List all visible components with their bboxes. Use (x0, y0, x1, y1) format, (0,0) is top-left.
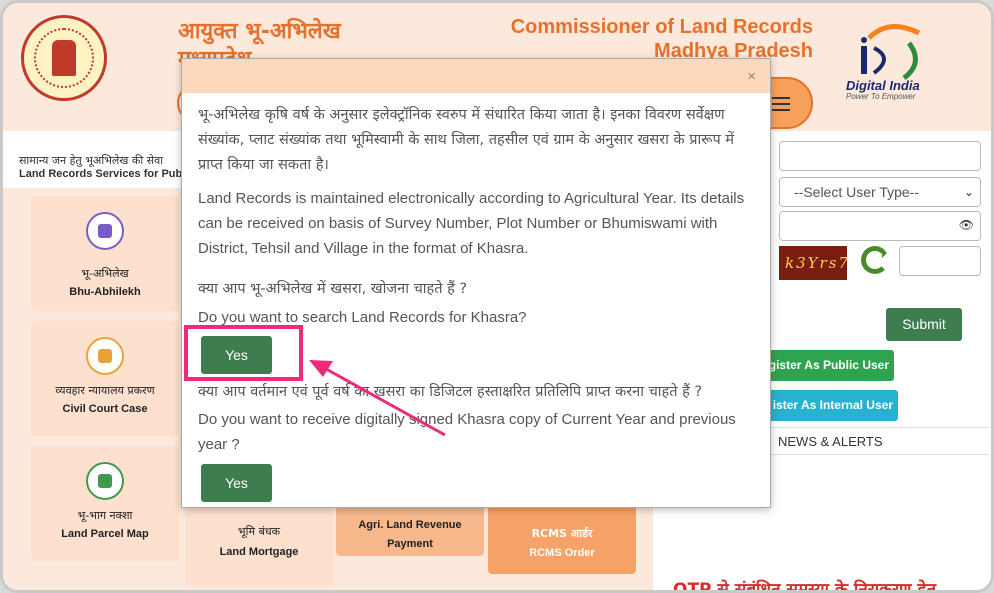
tile-label-hindi: भू-भाग नक्शा (77, 509, 133, 522)
service-tile-land-mortgage[interactable]: भूमि बंधक Land Mortgage (185, 506, 333, 586)
user-type-selected-value: --Select User Type-- (794, 184, 919, 200)
site-title-english: Commissioner of Land Records (510, 16, 813, 38)
close-icon[interactable]: × (747, 68, 756, 85)
tile-label-english: Civil Court Case (62, 403, 148, 415)
username-input[interactable] (779, 141, 981, 171)
tile-label-english-line2: Payment (387, 538, 433, 550)
map-icon (86, 462, 124, 500)
pointer-arrow-icon (309, 360, 446, 437)
khasra-info-modal: × भू-अभिलेख कृषि वर्ष के अनुसार इलेक्ट्र… (181, 58, 771, 508)
tile-label-english: Agri. Land Revenue (358, 519, 462, 531)
digital-india-tagline: Power To Empower (846, 92, 916, 101)
building-icon (86, 337, 124, 375)
tile-label-english: RCMS Order (529, 547, 595, 559)
password-input[interactable]: 👁 (779, 211, 981, 241)
register-internal-user-button[interactable]: ister As Internal User (763, 390, 898, 421)
highlight-box (184, 325, 303, 381)
modal-header: × (182, 59, 770, 93)
services-heading-hindi: सामान्य जन हेतु भूअभिलेख की सेवा (19, 154, 164, 167)
submit-button[interactable]: Submit (886, 308, 962, 341)
site-title-hindi: आयुक्त भू-अभिलेख (178, 19, 341, 44)
user-type-select[interactable]: --Select User Type-- ⌄ (779, 177, 981, 207)
mp-government-logo (21, 15, 107, 101)
news-alerts-heading: NEWS & ALERTS (771, 427, 989, 455)
otp-notice-text: OTP से संबंधित समस्या के निराकरण हेतु (673, 580, 937, 593)
eye-icon[interactable]: 👁 (959, 218, 974, 232)
tile-label-english: Land Parcel Map (61, 528, 149, 540)
tile-label-hindi: RCMS आर्डर (531, 527, 593, 540)
menu-bar-icon (772, 109, 790, 111)
modal-intro-hindi: भू-अभिलेख कृषि वर्ष के अनुसार इलेक्ट्रॉन… (198, 107, 735, 173)
home-icon (86, 212, 124, 250)
tile-label-hindi: व्यवहार न्यायालय प्रकरण (55, 384, 155, 397)
services-heading-english: Land Records Services for Public (19, 168, 195, 180)
tile-label-hindi: भूमि बंधक (237, 525, 281, 538)
register-public-user-button[interactable]: gister As Public User (763, 350, 894, 381)
question-2-english: Do you want to receive digitally signed … (198, 411, 736, 453)
menu-bar-icon (772, 103, 790, 105)
digital-india-text: Digital India (846, 78, 920, 93)
question-2-hindi: क्या आप वर्तमान एवं पूर्व वर्ष का खसरा क… (198, 384, 703, 400)
tile-label-english: Land Mortgage (219, 546, 299, 558)
signed-khasra-yes-button[interactable]: Yes (201, 464, 272, 502)
captcha-input[interactable] (899, 246, 981, 276)
captcha-image: k3Yrs7 (779, 246, 848, 280)
service-tile-rcms-order[interactable]: RCMS आर्डर RCMS Order (488, 506, 636, 574)
chevron-down-icon: ⌄ (963, 185, 974, 199)
tile-label-hindi: भू-अभिलेख (81, 267, 129, 280)
modal-intro-english: Land Records is maintained electronicall… (198, 190, 745, 257)
service-tile-civil-court[interactable]: व्यवहार न्यायालय प्रकरण Civil Court Case (31, 321, 179, 436)
tile-label-english: Bhu-Abhilekh (69, 286, 141, 298)
service-tile-bhu-abhilekh[interactable]: भू-अभिलेख Bhu-Abhilekh (31, 196, 179, 311)
question-1-hindi: क्या आप भू-अभिलेख में खसरा, खोजना चाहते … (198, 281, 468, 297)
emblem-icon (52, 40, 76, 76)
service-tile-revenue-payment[interactable]: Agri. Land Revenue Payment (336, 506, 484, 556)
service-tile-land-parcel-map[interactable]: भू-भाग नक्शा Land Parcel Map (31, 446, 179, 561)
refresh-captcha-icon[interactable] (861, 246, 889, 274)
browser-frame: आयुक्त भू-अभिलेख मध्यप्रदेश Commissioner… (0, 0, 994, 593)
menu-bar-icon (772, 97, 790, 99)
